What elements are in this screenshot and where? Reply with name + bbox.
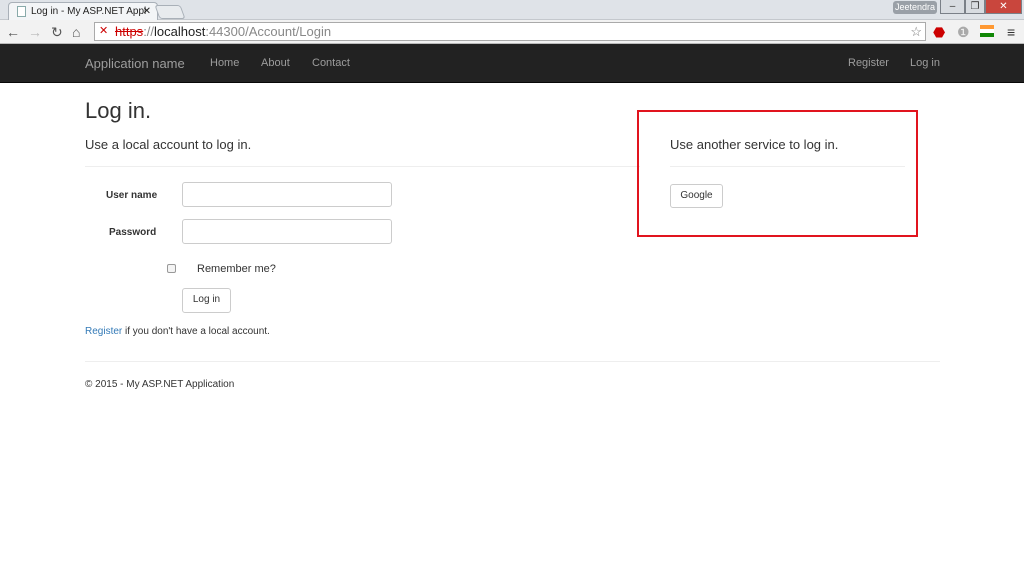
close-tab-icon[interactable]: ✕ (143, 6, 151, 17)
local-heading: Use a local account to log in. (85, 137, 252, 152)
url-scheme: https (115, 24, 144, 39)
nav-login[interactable]: Log in (910, 57, 940, 69)
navbar: Application name Home About Contact Regi… (0, 44, 1024, 83)
forward-icon[interactable]: → (28, 24, 42, 40)
register-link[interactable]: Register (85, 326, 122, 337)
nav-home[interactable]: Home (210, 57, 239, 69)
maximize-button[interactable]: ❐ (965, 0, 985, 14)
remember-checkbox[interactable] (167, 264, 176, 273)
page-title: Log in. (85, 98, 152, 123)
nav-register[interactable]: Register (848, 57, 889, 69)
tab-title: Log in - My ASP.NET Appl (31, 6, 147, 17)
india-flag-icon[interactable] (980, 25, 994, 37)
footer-text: © 2015 - My ASP.NET Application (85, 379, 235, 390)
back-icon[interactable]: ← (6, 24, 20, 40)
insecure-lock-icon: ✕ (99, 25, 109, 37)
brand-link[interactable]: Application name (85, 56, 185, 71)
footer-divider (85, 361, 940, 362)
url-path: :44300/Account/Login (205, 24, 332, 39)
address-bar[interactable]: ✕ https://localhost:44300/Account/Login ☆ (94, 22, 926, 41)
extension-icon[interactable]: ❶ (957, 24, 970, 41)
username-label: User name (106, 190, 158, 201)
password-label: Password (109, 227, 157, 238)
login-button[interactable]: Log in (182, 288, 231, 313)
new-tab-button[interactable] (154, 5, 186, 19)
browser-titlebar: Log in - My ASP.NET Appl ✕ Jeetendra – ❐ … (0, 0, 1024, 20)
remember-label: Remember me? (197, 263, 276, 275)
nav-contact[interactable]: Contact (312, 57, 350, 69)
divider (85, 166, 640, 167)
home-icon[interactable]: ⌂ (72, 24, 80, 40)
url-host: localhost (154, 24, 206, 39)
browser-toolbar: ← → ↻ ⌂ ✕ https://localhost:44300/Account… (0, 20, 1024, 44)
register-text: if you don't have a local account. (122, 326, 270, 337)
password-input[interactable] (182, 219, 392, 244)
minimize-button[interactable]: – (940, 0, 965, 14)
reload-icon[interactable]: ↻ (51, 24, 63, 41)
page-icon (17, 6, 26, 17)
profile-button[interactable]: Jeetendra (893, 1, 937, 14)
username-input[interactable] (182, 182, 392, 207)
close-window-button[interactable]: ✕ (985, 0, 1022, 14)
browser-tab[interactable]: Log in - My ASP.NET Appl ✕ (8, 2, 158, 20)
nav-about[interactable]: About (261, 57, 290, 69)
menu-icon[interactable]: ≡ (1007, 24, 1015, 40)
highlight-box (637, 110, 918, 237)
star-icon[interactable]: ☆ (910, 23, 922, 40)
adblock-icon[interactable]: ⬣ (933, 24, 945, 41)
